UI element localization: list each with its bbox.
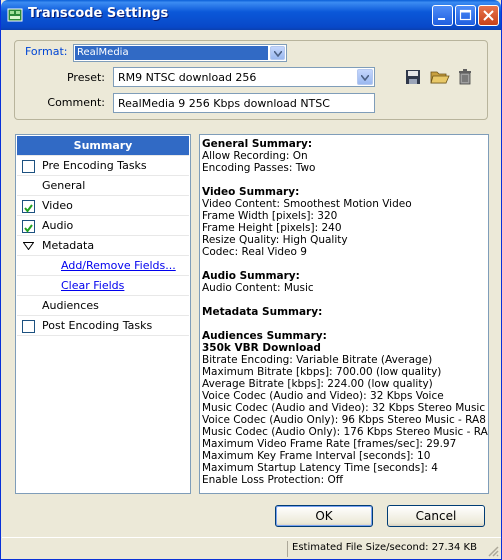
transcode-settings-window: Transcode Settings Format: RealMedia Pre… [0,0,502,560]
nav-metadata[interactable]: Metadata [17,236,189,256]
nav-summary[interactable]: Summary [17,136,189,156]
nav-post-encoding-label: Post Encoding Tasks [42,319,153,332]
summary-line: 350k VBR Download [202,342,321,354]
summary-line: Music Codec (Audio Only): 176 Kbps Stere… [202,426,489,438]
summary-line: General Summary: [202,138,313,150]
summary-line: Allow Recording: On [202,150,308,162]
checkmark-icon [24,204,33,213]
summary-line: Audiences Summary: [202,330,327,342]
close-icon [483,10,494,21]
add-remove-fields-link[interactable]: Add/Remove Fields... [61,256,176,276]
minimize-button[interactable] [432,5,453,26]
summary-line: Codec: Real Video 9 [202,246,307,258]
status-bar: Estimated File Size/second: 27.34 KB [2,537,501,559]
resize-grip-icon[interactable] [487,545,499,557]
summary-line: Voice Codec (Audio Only): 96 Kbps Stereo… [202,414,486,426]
video-checkbox[interactable] [22,200,35,213]
delete-preset-button[interactable] [457,68,477,86]
chevron-down-icon [274,51,282,57]
save-icon [406,70,420,84]
save-preset-button[interactable] [404,68,424,86]
open-preset-button[interactable] [430,68,450,86]
summary-line: Music Codec (Audio and Video): 32 Kbps S… [202,402,489,414]
nav-video[interactable]: Video [17,196,189,216]
cancel-button[interactable]: Cancel [387,505,485,527]
summary-line: Audio Summary: [202,270,300,282]
preset-label: Preset: [66,71,105,84]
preset-dropdown-button[interactable] [357,69,373,85]
nav-audio-label: Audio [42,219,74,232]
summary-line: Maximum Bitrate [kbps]: 700.00 (low qual… [202,366,442,378]
preset-dropdown-value: RM9 NTSC download 256 [118,71,257,84]
summary-text-panel[interactable]: General Summary: Allow Recording: On Encod… [199,134,489,494]
nav-add-remove-fields[interactable]: Add/Remove Fields... [17,256,189,276]
format-dropdown-button[interactable] [270,46,285,60]
close-button[interactable] [478,5,499,26]
summary-line: Metadata Summary: [202,306,323,318]
nav-summary-label: Summary [73,139,133,152]
window-title: Transcode Settings [28,6,169,21]
summary-line: Enable Loss Protection: Off [202,474,343,486]
summary-line: Frame Height [pixels]: 240 [202,222,342,234]
folder-open-icon [430,71,450,84]
nav-clear-fields[interactable]: Clear Fields [17,276,189,296]
format-label: Format: [23,45,70,58]
chevron-down-icon [361,75,369,81]
preset-dropdown[interactable]: RM9 NTSC download 256 [113,67,375,87]
nav-pre-encoding[interactable]: Pre Encoding Tasks [17,156,189,176]
comment-label: Comment: [47,96,105,109]
estimated-file-size: Estimated File Size/second: 27.34 KB [292,542,477,553]
summary-line: Video Content: Smoothest Motion Video [202,198,412,210]
checkmark-icon [24,224,33,233]
summary-line: Frame Width [pixels]: 320 [202,210,338,222]
nav-metadata-label: Metadata [42,239,95,252]
summary-line: Maximum Startup Latency Time [seconds]: … [202,462,438,474]
nav-post-encoding[interactable]: Post Encoding Tasks [17,316,189,336]
format-dropdown[interactable]: RealMedia [73,44,287,62]
settings-tree: Summary Pre Encoding Tasks General Video… [15,134,191,494]
summary-line: Resize Quality: High Quality [202,234,348,246]
nav-audiences[interactable]: Audiences [17,296,189,316]
format-dropdown-value: RealMedia [75,46,268,60]
title-bar[interactable]: Transcode Settings [1,0,501,30]
status-separator [287,541,288,557]
summary-line: Bitrate Encoding: Variable Bitrate (Aver… [202,354,433,366]
audio-checkbox[interactable] [22,220,35,233]
summary-line: Average Bitrate [kbps]: 224.00 (low qual… [202,378,433,390]
nav-audiences-label: Audiences [42,299,99,312]
maximize-icon [459,9,472,21]
nav-pre-encoding-label: Pre Encoding Tasks [42,159,147,172]
summary-line: Video Summary: [202,186,300,198]
ok-button[interactable]: OK [275,505,373,527]
summary-line: Audio Content: Music [202,282,314,294]
pre-encoding-checkbox[interactable] [22,160,35,173]
expand-triangle-icon[interactable] [23,242,34,250]
nav-video-label: Video [42,199,73,212]
nav-audio[interactable]: Audio [17,216,189,236]
trash-icon [459,69,471,85]
app-icon [7,8,23,22]
nav-general-label: General [42,179,86,192]
clear-fields-link[interactable]: Clear Fields [61,276,124,296]
summary-line: Maximum Video Frame Rate [frames/sec]: 2… [202,438,457,450]
summary-line: Encoding Passes: Two [202,162,316,174]
summary-line: Maximum Key Frame Interval [seconds]: 10 [202,450,431,462]
comment-field[interactable]: RealMedia 9 256 Kbps download NTSC [113,93,375,113]
minimize-icon [438,18,445,20]
nav-general[interactable]: General [17,176,189,196]
summary-line: Voice Codec (Audio and Video): 32 Kbps V… [202,390,444,402]
maximize-button[interactable] [455,5,476,26]
post-encoding-checkbox[interactable] [22,320,35,333]
